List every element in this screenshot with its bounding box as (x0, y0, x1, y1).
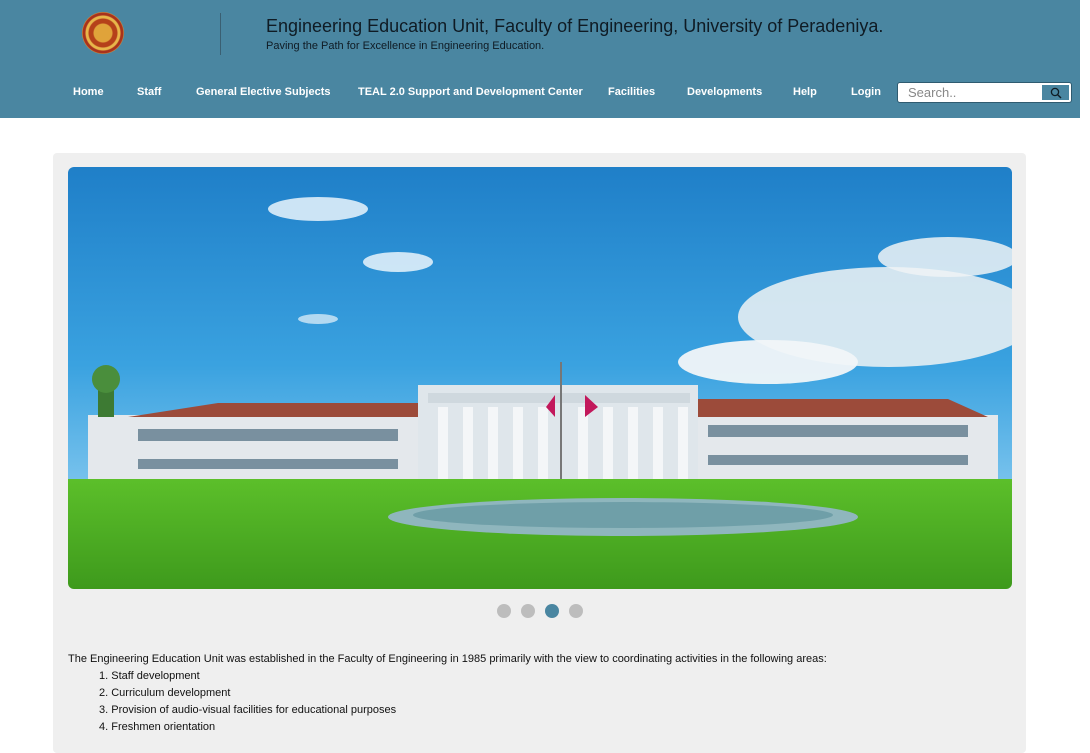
search-icon (1050, 87, 1061, 98)
list-item: 4. Freshmen orientation (99, 721, 216, 733)
carousel-dot-active[interactable] (545, 604, 559, 618)
site-tagline: Paving the Path for Excellence in Engine… (266, 40, 545, 52)
carousel-slide-image[interactable] (68, 167, 1012, 589)
carousel-dot[interactable] (521, 604, 535, 618)
university-logo[interactable] (82, 12, 124, 54)
nav-login[interactable]: Login (851, 86, 881, 98)
search-box (897, 82, 1072, 103)
list-item: 1. Staff development (99, 670, 200, 682)
nav-home[interactable]: Home (73, 86, 104, 98)
site-title: Engineering Education Unit, Faculty of E… (266, 16, 884, 36)
nav-help[interactable]: Help (793, 86, 817, 98)
search-button[interactable] (1042, 85, 1069, 100)
search-input[interactable] (899, 84, 1048, 101)
carousel-dot[interactable] (569, 604, 583, 618)
list-item: 3. Provision of audio-visual facilities … (99, 704, 397, 716)
nav-developments[interactable]: Developments (687, 86, 762, 98)
header-divider (220, 13, 221, 55)
intro-text: The Engineering Education Unit was estab… (68, 653, 827, 665)
nav-general-elective-subjects[interactable]: General Elective Subjects (196, 86, 331, 98)
nav-facilities[interactable]: Facilities (608, 86, 655, 98)
carousel-dot[interactable] (497, 604, 511, 618)
site-header: Engineering Education Unit, Faculty of E… (0, 0, 1080, 118)
list-item: 2. Curriculum development (99, 687, 231, 699)
nav-staff[interactable]: Staff (137, 86, 161, 98)
nav-teal-center[interactable]: TEAL 2.0 Support and Development Center (358, 86, 583, 98)
